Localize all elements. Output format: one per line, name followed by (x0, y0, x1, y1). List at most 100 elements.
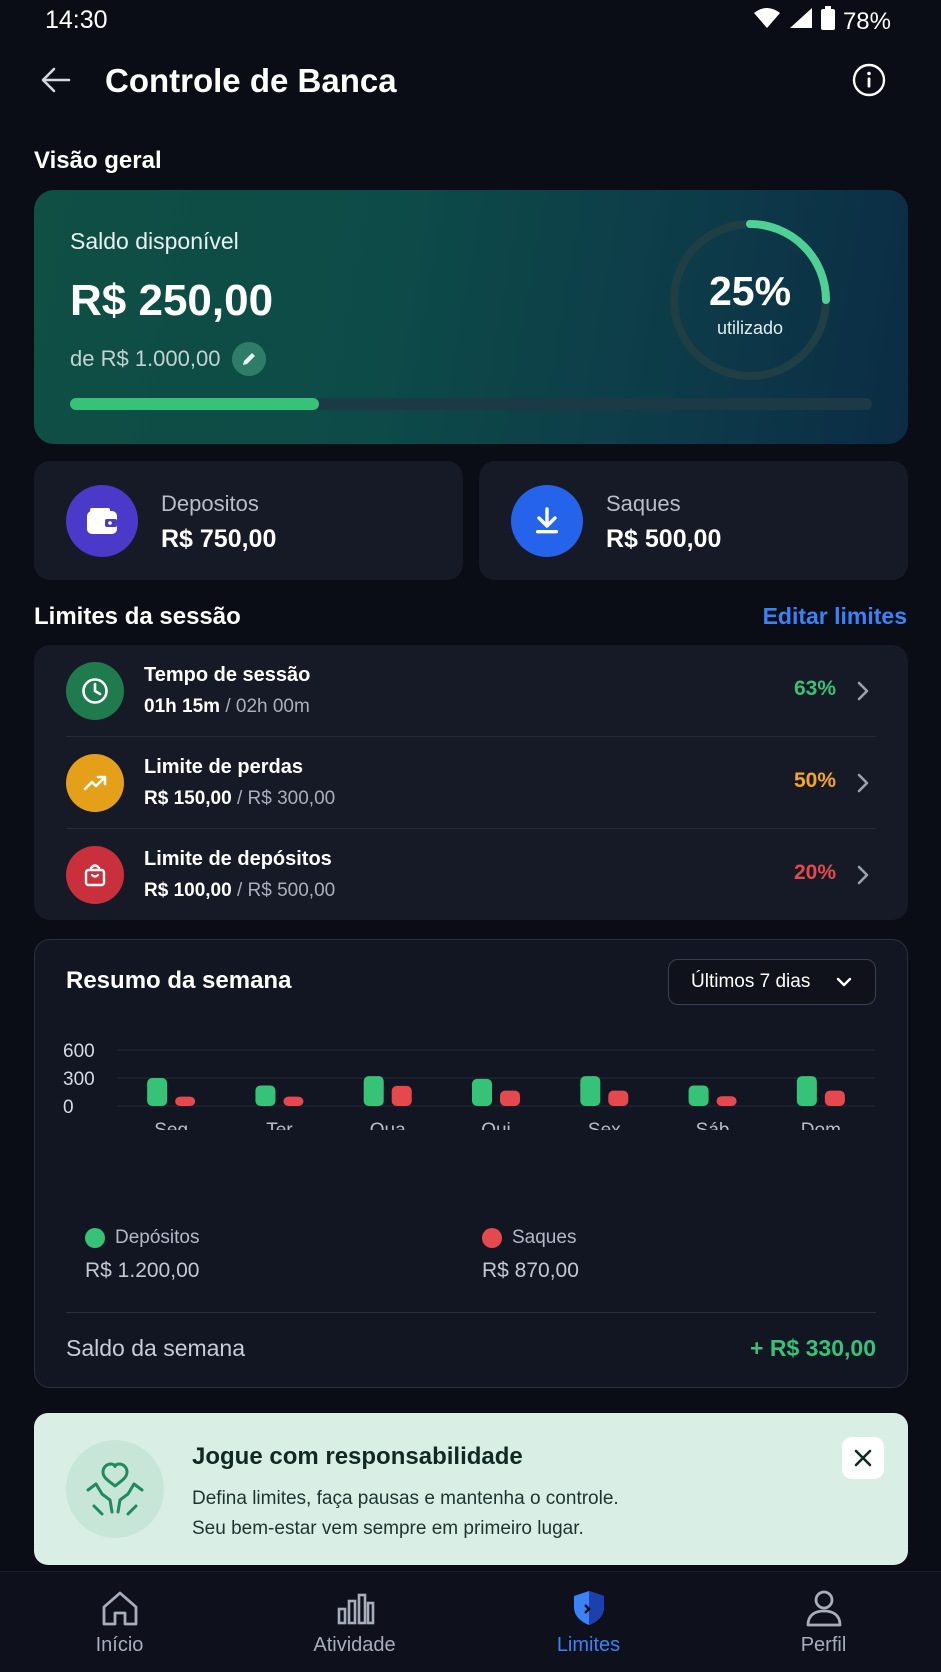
x-tick-label: Sex (588, 1120, 621, 1130)
withdrawals-value: R$ 500,00 (606, 525, 722, 553)
limit-row-losses[interactable]: Limite de perdas R$ 150,00 / R$ 300,00 5… (34, 737, 908, 829)
y-tick-label: 600 (63, 1041, 95, 1062)
bar-deposits (255, 1085, 276, 1106)
limit-total-text: de R$ 1.000,00 (70, 346, 221, 371)
limit-total: / R$ 300,00 (231, 788, 336, 809)
close-icon (854, 1449, 872, 1467)
limit-percent: 20% (793, 861, 836, 884)
usage-percent: 25% (708, 268, 792, 314)
weekly-bar-chart: 600 300 0 Seg Ter Qua Qui Sex Sáb Dom (63, 1041, 875, 1130)
x-tick-label: Seg (154, 1120, 188, 1130)
bar-deposits (363, 1076, 384, 1106)
balance-label: Saldo disponível (70, 228, 239, 254)
heart-hands-icon (66, 1440, 164, 1538)
nav-item-home[interactable]: Início (2, 1572, 237, 1672)
info-icon (852, 63, 886, 97)
battery-icon (820, 6, 835, 37)
wallet-icon (66, 485, 138, 557)
usage-progress-fill (70, 398, 319, 410)
legend-total: R$ 1.200,00 (85, 1259, 200, 1282)
chevron-right-icon (857, 681, 869, 701)
limit-current: R$ 100,00 (144, 880, 232, 901)
info-button[interactable] (849, 60, 889, 100)
nav-item-activity[interactable]: Atividade (237, 1572, 472, 1672)
edit-limit-button[interactable] (232, 342, 267, 376)
back-button[interactable] (36, 60, 76, 100)
deposits-value: R$ 750,00 (161, 525, 277, 553)
bar-withdrawals (608, 1090, 629, 1106)
nav-item-limits[interactable]: Limites (471, 1572, 706, 1672)
bar-withdrawals (500, 1090, 520, 1106)
legend-label: Depósitos (115, 1227, 200, 1248)
nav-label: Atividade (313, 1634, 396, 1656)
wifi-icon (753, 7, 781, 36)
chevron-down-icon (836, 977, 852, 987)
banner-close-button[interactable] (842, 1437, 884, 1479)
limit-current: R$ 150,00 (144, 788, 232, 809)
limits-section-title: Limites da sessão (34, 603, 241, 630)
limit-title: Limite de perdas (144, 756, 303, 778)
balance-card: Saldo disponível R$ 250,00 de R$ 1.000,0… (34, 190, 908, 444)
overview-section-title: Visão geral (34, 147, 162, 174)
arrow-left-icon (41, 67, 71, 93)
signal-icon (789, 7, 813, 36)
limit-current: 01h 15m (144, 696, 221, 717)
bottom-navigation: Início Atividade Limites Perfil (0, 1571, 941, 1672)
edit-limits-link[interactable]: Editar limites (763, 603, 907, 630)
limit-title: Limite de depósitos (144, 848, 332, 870)
chevron-right-icon (857, 865, 869, 885)
bar-deposits (796, 1076, 817, 1106)
home-icon (98, 1586, 142, 1630)
banner-title: Jogue com responsabilidade (192, 1443, 523, 1470)
bar-chart-icon (333, 1586, 377, 1630)
bar-deposits (147, 1078, 168, 1106)
deposits-card[interactable]: Depositos R$ 750,00 (34, 461, 463, 580)
y-tick-label: 0 (63, 1097, 74, 1118)
bar-withdrawals (391, 1085, 412, 1106)
date-range-select[interactable]: Últimos 7 dias (668, 959, 876, 1005)
limit-total: / 02h 00m (220, 696, 310, 717)
user-icon (802, 1586, 846, 1630)
nav-label: Limites (556, 1634, 621, 1656)
status-time: 14:30 (45, 6, 108, 34)
nav-item-profile[interactable]: Perfil (706, 1572, 941, 1672)
limit-total: / R$ 500,00 (231, 880, 336, 901)
limit-row-session-time[interactable]: Tempo de sessão 01h 15m / 02h 00m 63% (34, 645, 908, 737)
x-tick-label: Sáb (696, 1120, 730, 1130)
bar-withdrawals (824, 1090, 845, 1106)
x-tick-label: Dom (801, 1120, 841, 1130)
weekly-summary-title: Resumo da semana (66, 967, 292, 994)
limit-row-deposits[interactable]: Limite de depósitos R$ 100,00 / R$ 500,0… (34, 829, 908, 921)
withdrawals-label: Saques (606, 491, 681, 516)
bar-deposits (580, 1076, 601, 1106)
limit-title: Tempo de sessão (144, 664, 311, 686)
limits-card: Tempo de sessão 01h 15m / 02h 00m 63% Li… (34, 645, 908, 920)
weekly-summary-card: Resumo da semana Últimos 7 dias 600 300 0 S… (34, 939, 908, 1388)
withdrawals-card[interactable]: Saques R$ 500,00 (479, 461, 908, 580)
status-icons: 78% (753, 6, 891, 37)
nav-label: Início (95, 1634, 144, 1656)
nav-label: Perfil (800, 1634, 847, 1656)
x-tick-label: Qua (370, 1120, 406, 1130)
y-tick-label: 300 (63, 1069, 95, 1090)
bar-deposits (472, 1078, 492, 1106)
pencil-icon (243, 353, 256, 365)
legend-dot-withdrawals (482, 1228, 502, 1248)
banner-text-line-2: Seu bem-estar vem sempre em primeiro lug… (192, 1518, 584, 1539)
x-tick-label: Ter (266, 1120, 293, 1130)
shopping-bag-icon (66, 846, 124, 904)
week-balance-label: Saldo da semana (66, 1335, 246, 1361)
limit-percent: 63% (793, 677, 836, 700)
clock-icon (66, 662, 124, 720)
bar-withdrawals (716, 1096, 737, 1106)
usage-progress-bar (70, 398, 872, 410)
chevron-right-icon (857, 773, 869, 793)
bar-withdrawals (175, 1096, 196, 1106)
legend-withdrawals: Saques R$ 870,00 (482, 1227, 579, 1283)
battery-level: 78% (842, 7, 891, 35)
limit-progress-text: R$ 100,00 / R$ 500,00 (144, 880, 335, 902)
deposits-label: Depositos (161, 491, 259, 516)
shield-icon (567, 1586, 611, 1630)
balance-amount: R$ 250,00 (70, 276, 274, 325)
limit-progress-text: 01h 15m / 02h 00m (144, 696, 310, 718)
